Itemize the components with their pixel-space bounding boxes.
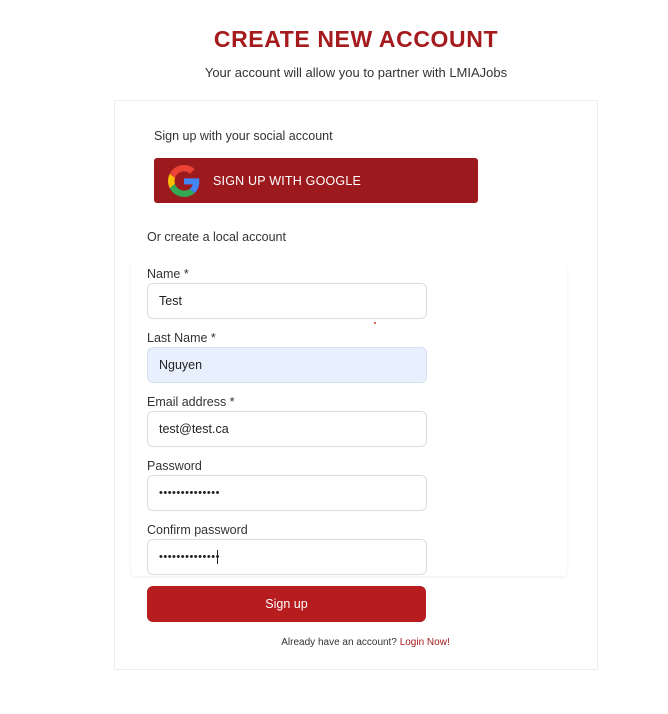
text-caret bbox=[217, 550, 218, 564]
google-button-label: SIGN UP WITH GOOGLE bbox=[213, 173, 362, 188]
login-now-link[interactable]: Login Now! bbox=[400, 637, 450, 648]
page-title: CREATE NEW ACCOUNT bbox=[213, 26, 499, 52]
local-account-label: Or create a local account bbox=[147, 230, 286, 244]
login-prompt: Already have an account? Login Now! bbox=[147, 637, 584, 648]
stray-dot bbox=[374, 322, 376, 324]
social-signup-label: Sign up with your social account bbox=[154, 129, 333, 143]
last-name-field[interactable] bbox=[147, 347, 427, 383]
email-label: Email address * bbox=[147, 395, 235, 409]
login-prompt-text: Already have an account? bbox=[281, 637, 397, 648]
email-field[interactable] bbox=[147, 411, 427, 447]
google-signup-button[interactable]: SIGN UP WITH GOOGLE bbox=[154, 158, 478, 203]
signup-button[interactable]: Sign up bbox=[147, 586, 426, 622]
last-name-label: Last Name * bbox=[147, 331, 216, 345]
name-field[interactable] bbox=[147, 283, 427, 319]
confirm-password-field[interactable] bbox=[147, 539, 427, 575]
password-field[interactable] bbox=[147, 475, 427, 511]
name-label: Name * bbox=[147, 267, 189, 281]
confirm-password-label: Confirm password bbox=[147, 523, 248, 537]
password-label: Password bbox=[147, 459, 202, 473]
google-g-icon bbox=[168, 164, 200, 197]
page-subtitle: Your account will allow you to partner w… bbox=[204, 65, 508, 80]
